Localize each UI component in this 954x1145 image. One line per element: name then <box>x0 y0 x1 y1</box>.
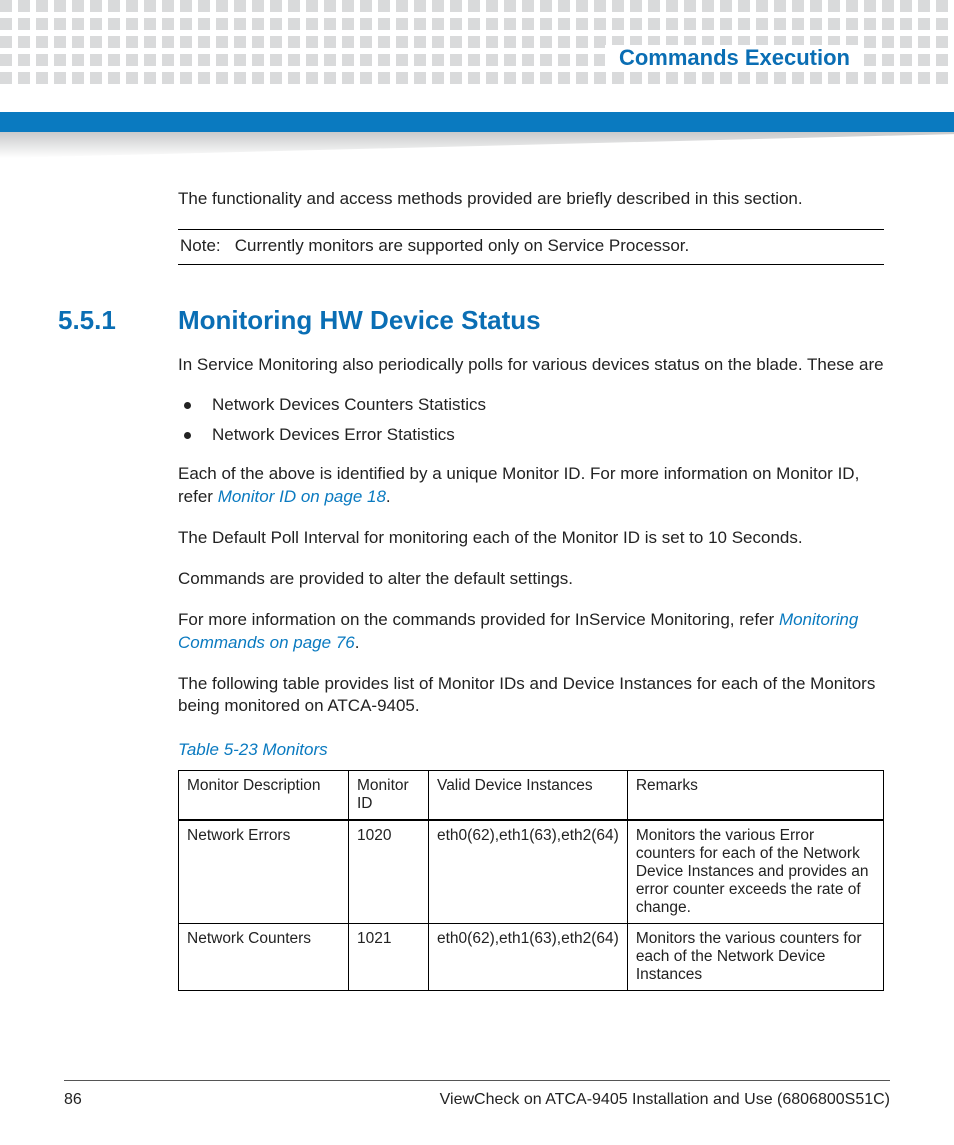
text-run: For more information on the commands pro… <box>178 610 779 629</box>
th-monitor-id: Monitor ID <box>349 771 429 821</box>
list-item: Network Devices Error Statistics <box>178 425 884 445</box>
note-box: Note: Currently monitors are supported o… <box>178 229 884 265</box>
monitors-table: Monitor Description Monitor ID Valid Dev… <box>178 770 884 991</box>
td-remarks: Monitors the various counters for each o… <box>627 924 883 991</box>
note-text: Currently monitors are supported only on… <box>235 236 689 255</box>
intro-paragraph: The functionality and access methods pro… <box>178 188 884 211</box>
body-p3: The Default Poll Interval for monitoring… <box>178 527 884 550</box>
header-wedge <box>0 132 954 158</box>
text-run: . <box>386 487 391 506</box>
th-remarks: Remarks <box>627 771 883 821</box>
td-valid-device-instances: eth0(62),eth1(63),eth2(64) <box>429 820 628 924</box>
body-p5: For more information on the commands pro… <box>178 609 884 655</box>
body-p1: In Service Monitoring also periodically … <box>178 354 884 377</box>
document-id: ViewCheck on ATCA-9405 Installation and … <box>440 1091 890 1109</box>
th-valid-device-instances: Valid Device Instances <box>429 771 628 821</box>
table-header-row: Monitor Description Monitor ID Valid Dev… <box>179 771 884 821</box>
body-p4: Commands are provided to alter the defau… <box>178 568 884 591</box>
th-monitor-description: Monitor Description <box>179 771 349 821</box>
section-heading: 5.5.1 Monitoring HW Device Status <box>58 305 884 336</box>
table-row: Network Errors 1020 eth0(62),eth1(63),et… <box>179 820 884 924</box>
header-blue-bar <box>0 112 954 132</box>
bullet-list: Network Devices Counters Statistics Netw… <box>178 395 884 445</box>
footer-rule <box>64 1080 890 1081</box>
xref-monitor-id[interactable]: Monitor ID on page 18 <box>218 487 386 506</box>
td-monitor-description: Network Counters <box>179 924 349 991</box>
body-p2: Each of the above is identified by a uni… <box>178 463 884 509</box>
section-title: Monitoring HW Device Status <box>178 305 541 336</box>
body-p6: The following table provides list of Mon… <box>178 673 884 719</box>
list-item: Network Devices Counters Statistics <box>178 395 884 415</box>
td-monitor-id: 1021 <box>349 924 429 991</box>
td-monitor-description: Network Errors <box>179 820 349 924</box>
chapter-title: Commands Execution <box>605 45 864 71</box>
page-number: 86 <box>64 1091 82 1109</box>
td-valid-device-instances: eth0(62),eth1(63),eth2(64) <box>429 924 628 991</box>
td-remarks: Monitors the various Error counters for … <box>627 820 883 924</box>
table-caption: Table 5-23 Monitors <box>178 740 884 760</box>
section-number: 5.5.1 <box>58 305 178 336</box>
table-row: Network Counters 1021 eth0(62),eth1(63),… <box>179 924 884 991</box>
text-run: . <box>355 633 360 652</box>
page-footer: 86 ViewCheck on ATCA-9405 Installation a… <box>64 1091 890 1109</box>
td-monitor-id: 1020 <box>349 820 429 924</box>
note-label: Note: <box>180 236 230 256</box>
